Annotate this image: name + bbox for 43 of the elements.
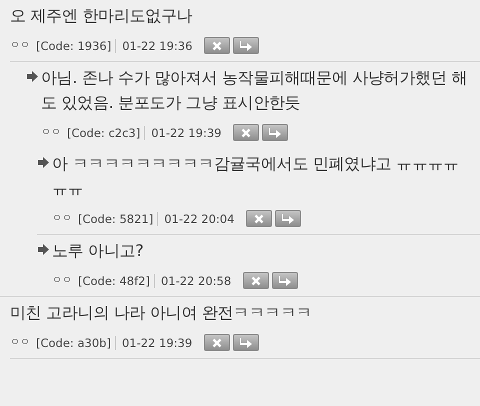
delete-button[interactable] — [243, 272, 270, 289]
user-code: [Code: 5821] — [78, 212, 158, 226]
comment-text: 아 ㅋㅋㅋㅋㅋㅋㅋㅋㅋ감귤국에서도 민폐였냐고 ㅠㅠㅠㅠㅠㅠ — [52, 153, 460, 200]
comment-text: 노루 아니고? — [52, 240, 144, 262]
close-icon — [212, 338, 222, 348]
close-icon — [251, 276, 262, 286]
user-code: [Code: c2c3] — [67, 126, 146, 140]
timestamp: 01-22 19:36 — [122, 38, 192, 52]
author-name: ㅇㅇ — [10, 336, 30, 350]
close-icon — [254, 214, 264, 224]
comment-text: 아님. 존나 수가 많아져서 농작물피해때문에 사냥허가했던 해도 있었음. 분포도가 그냥 표시안한듯 — [41, 67, 468, 114]
delete-button[interactable] — [204, 334, 230, 351]
close-icon — [241, 128, 252, 138]
reply-arrow-icon — [240, 40, 252, 50]
reply-button[interactable] — [233, 37, 260, 54]
timestamp: 01-22 19:39 — [151, 126, 222, 140]
reply-arrow-icon — [37, 244, 49, 255]
author-name: ㅇㅇ — [52, 274, 72, 288]
timestamp: 01-22 20:04 — [164, 212, 234, 226]
comment-text: 오 제주엔 한마리도없구나 — [10, 5, 194, 27]
reply-button[interactable] — [275, 210, 302, 227]
reply-button[interactable] — [233, 334, 260, 351]
delete-button[interactable] — [204, 37, 230, 54]
delete-button[interactable] — [233, 124, 260, 141]
delete-button[interactable] — [246, 210, 272, 227]
reply-arrow-icon — [269, 128, 282, 138]
user-code: [Code: a30b] — [36, 336, 116, 350]
timestamp: 01-22 19:39 — [122, 336, 192, 350]
user-code: [Code: 48f2] — [78, 274, 155, 288]
timestamp: 01-22 20:58 — [160, 274, 232, 288]
reply-arrow-icon — [279, 276, 292, 286]
comment-text: 미친 고라니의 나라 아니여 완전ㅋㅋㅋㅋㅋ — [10, 302, 313, 324]
reply-arrow-icon — [282, 214, 294, 224]
close-icon — [212, 40, 222, 50]
reply-arrow-icon — [26, 71, 38, 82]
reply-arrow-icon — [37, 157, 49, 168]
author-name: ㅇㅇ — [10, 38, 30, 52]
author-name: ㅇㅇ — [41, 126, 61, 140]
reply-button[interactable] — [272, 272, 298, 289]
reply-arrow-icon — [240, 338, 252, 348]
reply-button[interactable] — [262, 124, 288, 141]
user-code: [Code: 1936] — [36, 38, 116, 52]
author-name: ㅇㅇ — [52, 212, 72, 226]
